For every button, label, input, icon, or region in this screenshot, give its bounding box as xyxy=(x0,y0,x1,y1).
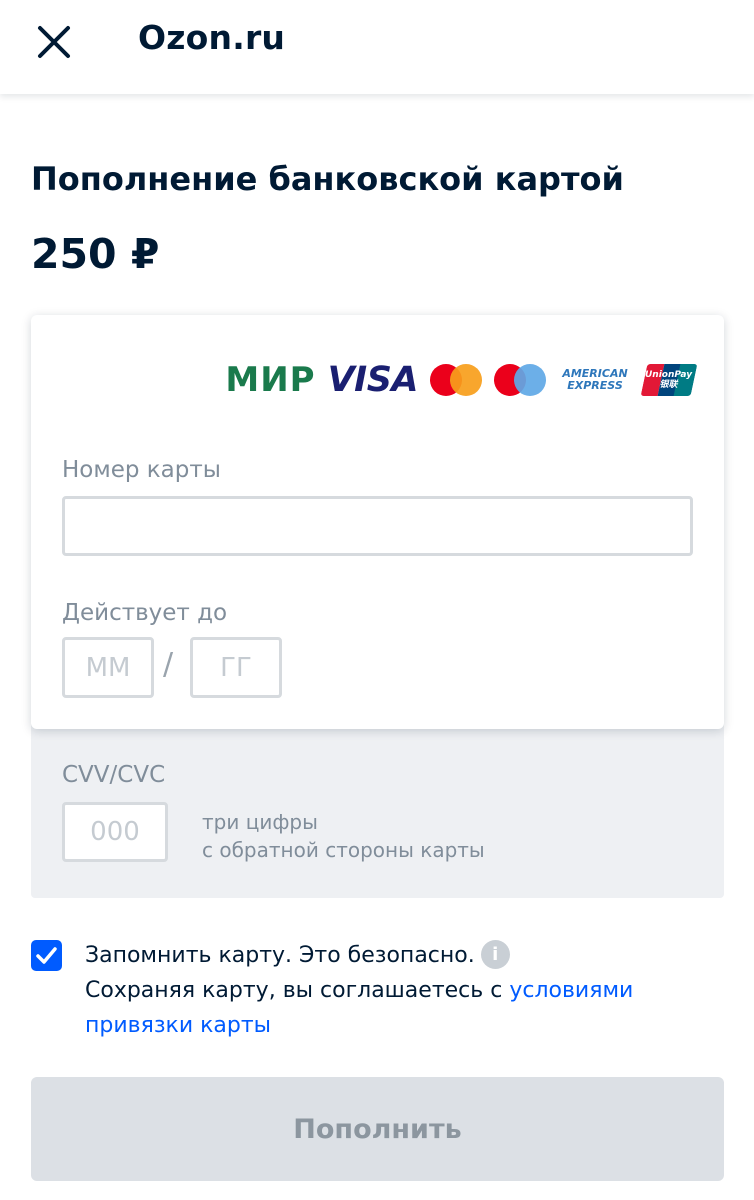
amex-logo: AMERICAN EXPRESS xyxy=(562,367,628,392)
payment-amount: 250 ₽ xyxy=(31,230,160,278)
cvv-input[interactable]: 000 xyxy=(62,802,168,862)
remember-label: Запомнить карту. Это безопасно. xyxy=(85,943,475,968)
expiry-separator: / xyxy=(163,647,174,682)
maestro-logo xyxy=(494,364,546,396)
mastercard-logo xyxy=(430,364,482,396)
card-back-panel: CVV/CVC 000 три цифры с обратной стороны… xyxy=(31,700,724,898)
cvv-label: CVV/CVC xyxy=(62,762,166,788)
card-number-input[interactable] xyxy=(62,496,693,556)
year-placeholder: ГГ xyxy=(220,652,252,683)
card-front-panel: МИР VISA AMERICAN EXPRESS UnionPay 银联 Ном… xyxy=(31,315,724,729)
cvv-hint-line1: три цифры xyxy=(202,810,318,834)
close-icon xyxy=(38,26,70,58)
payment-system-logos: МИР VISA AMERICAN EXPRESS UnionPay 银联 xyxy=(225,359,698,400)
unionpay-logo: UnionPay 银联 xyxy=(640,364,698,396)
card-number-label: Номер карты xyxy=(62,457,221,483)
remember-card-checkbox[interactable] xyxy=(31,940,62,971)
top-up-button[interactable]: Пополнить xyxy=(31,1077,724,1181)
check-icon xyxy=(36,947,57,964)
expiry-month-input[interactable]: ММ xyxy=(62,637,154,698)
expiry-label: Действует до xyxy=(62,600,228,626)
month-placeholder: ММ xyxy=(85,652,131,683)
page-title: Пополнение банковской картой xyxy=(31,160,624,198)
mir-logo: МИР xyxy=(225,360,316,400)
info-icon[interactable]: i xyxy=(480,939,510,969)
cvv-placeholder: 000 xyxy=(90,817,140,847)
cvv-hint-line2: с обратной стороны карты xyxy=(202,838,485,862)
visa-logo: VISA xyxy=(327,359,419,400)
agreement-text: Сохраняя карту, вы соглашаетесь с xyxy=(85,978,510,1003)
remember-card-text: Запомнить карту. Это безопасно. i Сохраня… xyxy=(85,938,705,1043)
cvv-hint: три цифры с обратной стороны карты xyxy=(202,808,485,864)
top-bar: Ozon.ru xyxy=(0,0,754,94)
close-button[interactable] xyxy=(34,22,74,62)
expiry-year-input[interactable]: ГГ xyxy=(190,637,282,698)
app-title: Ozon.ru xyxy=(138,18,286,57)
